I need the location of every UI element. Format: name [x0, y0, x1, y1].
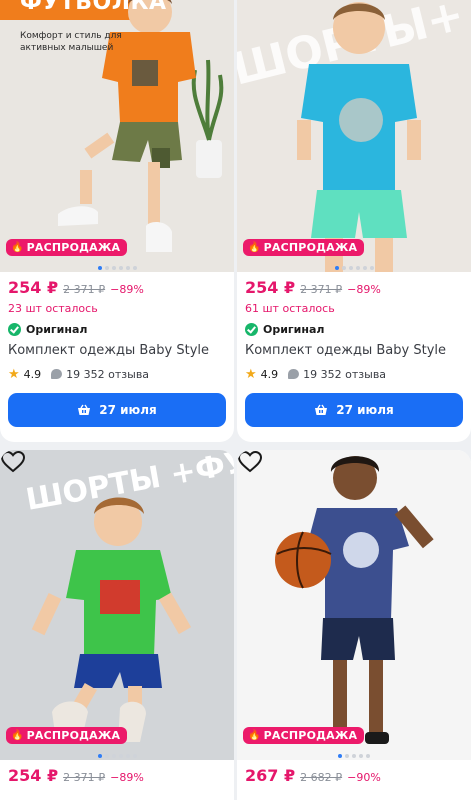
delivery-button[interactable]: 27 июля [8, 393, 226, 427]
star-icon: ★ [8, 366, 20, 382]
pagination-dot [132, 266, 137, 270]
product-card[interactable]: ШОРТЫ+ ФУТБОЛКА 🔥 РАСПРОДАЖА [237, 0, 471, 442]
pagination-dot [359, 754, 363, 758]
fire-icon: 🔥 [11, 242, 24, 253]
fire-icon: 🔥 [11, 730, 24, 741]
current-price: 254 ₽ [8, 278, 59, 297]
original-badge: Оригинал [8, 321, 226, 338]
old-price: 2 682 ₽ [300, 771, 343, 784]
promo-title: ФУТБОЛКА [20, 0, 167, 15]
reviews-count: 19 352 отзыва [66, 367, 150, 381]
sale-badge-label: РАСПРОДАЖА [26, 729, 121, 742]
price-row: 267 ₽ 2 682 ₽ −90% [245, 766, 463, 788]
pagination-dot [97, 266, 102, 270]
discount: −89% [110, 771, 144, 784]
sale-badge: 🔥 РАСПРОДАЖА [243, 727, 365, 744]
promo-subtitle: Комфорт и стиль для активных малышей [20, 31, 122, 53]
product-card[interactable]: ФУТБОЛКА Комфорт и стиль для активных ма… [0, 0, 234, 442]
image-pagination [237, 754, 471, 758]
chat-bubble-icon [288, 369, 300, 379]
price-row: 254 ₽ 2 371 ₽ −89% [8, 766, 226, 788]
pagination-dot [125, 754, 130, 758]
sale-badge-label: РАСПРОДАЖА [263, 241, 358, 254]
stock-left: 23 шт осталось [8, 302, 98, 315]
old-price: 2 371 ₽ [63, 771, 106, 784]
discount: −89% [110, 283, 144, 296]
chat-bubble-icon [51, 369, 63, 379]
sale-badge: 🔥 РАСПРОДАЖА [243, 239, 365, 256]
product-name[interactable]: Комплект одежды Baby Style [8, 343, 226, 363]
stock-left: 61 шт осталось [245, 302, 335, 315]
delivery-button[interactable]: 27 июля [245, 393, 463, 427]
pagination-dot [132, 754, 137, 758]
sale-badge: 🔥 РАСПРОДАЖА [6, 727, 128, 744]
rating-value: 4.9 [23, 367, 42, 381]
reviews-count: 19 352 отзыва [303, 367, 387, 381]
image-pagination [0, 754, 234, 758]
pagination-dot [352, 754, 356, 758]
pagination-dot [125, 266, 130, 270]
product-photo[interactable]: ФУТБОЛКА Комфорт и стиль для активных ма… [0, 0, 234, 272]
pagination-dot [362, 266, 367, 270]
pagination-dot [104, 266, 109, 270]
basket-icon [78, 404, 91, 415]
discount: −90% [347, 771, 381, 784]
product-photo[interactable]: ШОРТЫ+ ФУТБОЛКА 🔥 РАСПРОДАЖА [237, 0, 471, 272]
fire-icon: 🔥 [248, 730, 261, 741]
sale-badge-label: РАСПРОДАЖА [26, 241, 121, 254]
pagination-dot [341, 266, 346, 270]
price-row: 254 ₽ 2 371 ₽ −89% [8, 278, 226, 300]
product-grid: ФУТБОЛКА Комфорт и стиль для активных ма… [0, 0, 471, 800]
pagination-dot [366, 754, 370, 758]
product-card[interactable]: 🔥 РАСПРОДАЖА 267 ₽ 2 682 ₽ −90% [237, 450, 471, 800]
pagination-dot [97, 754, 102, 758]
current-price: 254 ₽ [245, 278, 296, 297]
image-pagination [237, 266, 471, 270]
original-badge: Оригинал [245, 321, 463, 338]
pagination-dot [334, 266, 339, 270]
price-row: 254 ₽ 2 371 ₽ −89% [245, 278, 463, 300]
rating-row: ★ 4.9 19 352 отзыва [8, 365, 226, 383]
pagination-dot [345, 754, 349, 758]
rating-value: 4.9 [260, 367, 279, 381]
product-image: ШОРТЫ+ ФУТБОЛКА [237, 0, 471, 272]
delivery-date: 27 июля [336, 403, 394, 417]
original-label: Оригинал [263, 323, 325, 336]
pagination-dot [348, 266, 353, 270]
old-price: 2 371 ₽ [300, 283, 343, 296]
basket-icon [315, 404, 328, 415]
heart-outline-icon[interactable] [237, 450, 263, 474]
pagination-dot [369, 266, 374, 270]
sale-badge: 🔥 РАСПРОДАЖА [6, 239, 128, 256]
pagination-dot [118, 266, 123, 270]
image-pagination [0, 266, 234, 270]
pagination-dot [104, 754, 109, 758]
original-label: Оригинал [26, 323, 88, 336]
product-card[interactable]: ШОРТЫ +ФУТБОЛКА 🔥 РАСПРОДАЖА 254 ₽ 2 371… [0, 450, 234, 800]
rating-row: ★ 4.9 19 352 отзыва [245, 365, 463, 383]
product-image [237, 450, 471, 760]
product-photo[interactable]: 🔥 РАСПРОДАЖА [237, 450, 471, 760]
pagination-dot [355, 266, 360, 270]
delivery-date: 27 июля [99, 403, 157, 417]
sale-badge-label: РАСПРОДАЖА [263, 729, 358, 742]
heart-outline-icon[interactable] [0, 450, 26, 474]
discount: −89% [347, 283, 381, 296]
product-photo[interactable]: ШОРТЫ +ФУТБОЛКА 🔥 РАСПРОДАЖА [0, 450, 234, 760]
pagination-dot [118, 754, 123, 758]
current-price: 267 ₽ [245, 766, 296, 785]
pagination-dot [111, 754, 116, 758]
current-price: 254 ₽ [8, 766, 59, 785]
fire-icon: 🔥 [248, 242, 261, 253]
pagination-dot [111, 266, 116, 270]
check-circle-icon [245, 323, 258, 336]
product-name[interactable]: Комплект одежды Baby Style [245, 343, 463, 363]
star-icon: ★ [245, 366, 257, 382]
old-price: 2 371 ₽ [63, 283, 106, 296]
check-circle-icon [8, 323, 21, 336]
product-image: ШОРТЫ +ФУТБОЛКА [0, 450, 234, 760]
pagination-dot [338, 754, 342, 758]
